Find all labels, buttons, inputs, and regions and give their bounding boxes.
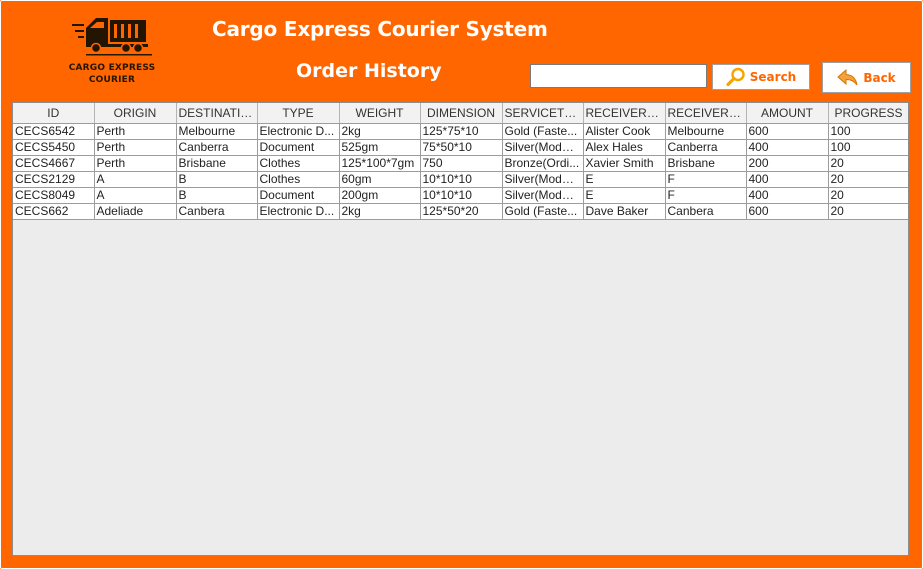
table-cell[interactable]: 400: [746, 139, 829, 156]
table-cell[interactable]: Silver(Moder...: [502, 139, 584, 156]
column-header[interactable]: WEIGHT: [339, 103, 421, 124]
back-button-label: Back: [863, 70, 896, 85]
table-cell[interactable]: Silver(Moder...: [502, 187, 584, 204]
back-button[interactable]: Back: [822, 62, 911, 93]
table-row[interactable]: CECS2129 A B Clothes 60gm 10*10*10 Silver(Mode…: [13, 171, 908, 188]
table-cell[interactable]: 400: [746, 187, 829, 204]
table-cell[interactable]: 60gm: [339, 171, 421, 188]
table-cell[interactable]: Perth: [94, 139, 177, 156]
app-title: Cargo Express Courier System: [212, 17, 548, 41]
table-cell[interactable]: CECS5450: [13, 139, 95, 156]
table-row[interactable]: CECS6542 Perth Melbourne Electronic D... 2kg…: [13, 123, 908, 140]
table-row[interactable]: CECS4667 Perth Brisbane Clothes 125*100*7gm 7…: [13, 155, 908, 172]
table-cell[interactable]: 2kg: [339, 203, 421, 220]
table-row[interactable]: CECS662 Adeliade Canbera Electronic D... 2kg…: [13, 203, 908, 220]
table-cell[interactable]: A: [94, 187, 177, 204]
truck-icon: [72, 18, 152, 56]
table-cell[interactable]: Electronic D...: [257, 203, 340, 220]
table-cell[interactable]: 400: [746, 171, 829, 188]
column-header[interactable]: ID: [13, 103, 95, 124]
table-cell[interactable]: Document: [257, 139, 340, 156]
table-cell[interactable]: Brisbane: [665, 155, 747, 172]
table-cell[interactable]: F: [665, 187, 747, 204]
table-cell[interactable]: Canberra: [665, 139, 747, 156]
logo-text-line2: COURIER: [88, 75, 136, 85]
table-cell[interactable]: F: [665, 171, 747, 188]
table-cell[interactable]: Document: [257, 187, 340, 204]
table-cell[interactable]: Clothes: [257, 171, 340, 188]
table-cell[interactable]: 525gm: [339, 139, 421, 156]
table-cell[interactable]: 20: [828, 203, 908, 220]
column-header[interactable]: TYPE: [257, 103, 340, 124]
search-input[interactable]: [530, 64, 707, 88]
column-header[interactable]: ORIGIN: [94, 103, 177, 124]
table-cell[interactable]: Canberra: [176, 139, 258, 156]
table-cell[interactable]: Perth: [94, 123, 177, 140]
table-cell[interactable]: 20: [828, 171, 908, 188]
table-cell[interactable]: Brisbane: [176, 155, 258, 172]
table-cell[interactable]: 600: [746, 203, 829, 220]
table-cell[interactable]: A: [94, 171, 177, 188]
table-header-row: ID ORIGIN DESTINATION TYPE WEIGHT DIMENSION SE…: [13, 103, 908, 124]
table-row[interactable]: CECS8049 A B Document 200gm 10*10*10 Silver(Mo…: [13, 187, 908, 204]
search-icon: [726, 67, 745, 87]
table-cell[interactable]: 125*50*20: [420, 203, 503, 220]
table-cell[interactable]: 75*50*10: [420, 139, 503, 156]
company-logo: CARGO EXPRESS COURIER: [58, 14, 168, 90]
table-cell[interactable]: Adeliade: [94, 203, 177, 220]
table-cell[interactable]: 2kg: [339, 123, 421, 140]
table-cell[interactable]: Canbera: [665, 203, 747, 220]
page-title: Order History: [296, 60, 442, 82]
table-cell[interactable]: 750: [420, 155, 503, 172]
logo-text-line1: CARGO EXPRESS: [68, 63, 156, 73]
orders-table: ID ORIGIN DESTINATION TYPE WEIGHT DIMENSION SE…: [13, 103, 908, 220]
table-cell[interactable]: Gold (Faste...: [502, 203, 584, 220]
table-cell[interactable]: 100: [828, 123, 908, 140]
table-cell[interactable]: 600: [746, 123, 829, 140]
table-cell[interactable]: Canbera: [176, 203, 258, 220]
table-cell[interactable]: Xavier Smith: [583, 155, 666, 172]
table-cell[interactable]: Dave Baker: [583, 203, 666, 220]
table-cell[interactable]: Bronze(Ordi...: [502, 155, 584, 172]
table-cell[interactable]: B: [176, 187, 258, 204]
table-row[interactable]: CECS5450 Perth Canberra Document 525gm 75*50*…: [13, 139, 908, 156]
table-cell[interactable]: Alister Cook: [583, 123, 666, 140]
column-header[interactable]: PROGRESS: [828, 103, 908, 124]
table-cell[interactable]: Electronic D...: [257, 123, 340, 140]
column-header[interactable]: DESTINATION: [176, 103, 258, 124]
table-cell[interactable]: Clothes: [257, 155, 340, 172]
column-header[interactable]: DIMENSION: [420, 103, 503, 124]
table-cell[interactable]: 125*75*10: [420, 123, 503, 140]
order-history-table[interactable]: ID ORIGIN DESTINATION TYPE WEIGHT DIMENSION SE…: [12, 102, 909, 556]
search-button[interactable]: Search: [712, 64, 810, 90]
column-header[interactable]: AMOUNT: [746, 103, 829, 124]
table-cell[interactable]: 200gm: [339, 187, 421, 204]
table-cell[interactable]: 20: [828, 187, 908, 204]
column-header[interactable]: RECEIVERA...: [665, 103, 747, 124]
search-button-label: Search: [749, 70, 797, 84]
table-cell[interactable]: Silver(Moder...: [502, 171, 584, 188]
table-cell[interactable]: 125*100*7gm: [339, 155, 421, 172]
table-cell[interactable]: CECS2129: [13, 171, 95, 188]
table-cell[interactable]: Alex Hales: [583, 139, 666, 156]
column-header[interactable]: RECEIVERN...: [583, 103, 666, 124]
table-cell[interactable]: 200: [746, 155, 829, 172]
table-cell[interactable]: CECS662: [13, 203, 95, 220]
column-header[interactable]: SERVICETY...: [502, 103, 584, 124]
table-cell[interactable]: CECS4667: [13, 155, 95, 172]
table-cell[interactable]: Melbourne: [665, 123, 747, 140]
table-cell[interactable]: 10*10*10: [420, 171, 503, 188]
table-cell[interactable]: 20: [828, 155, 908, 172]
table-cell[interactable]: E: [583, 187, 666, 204]
table-cell[interactable]: 10*10*10: [420, 187, 503, 204]
table-cell[interactable]: B: [176, 171, 258, 188]
back-arrow-icon: [837, 68, 858, 85]
table-cell[interactable]: Perth: [94, 155, 177, 172]
table-cell[interactable]: E: [583, 171, 666, 188]
table-cell[interactable]: Melbourne: [176, 123, 258, 140]
table-cell[interactable]: CECS6542: [13, 123, 95, 140]
table-cell[interactable]: 100: [828, 139, 908, 156]
table-cell[interactable]: Gold (Faste...: [502, 123, 584, 140]
table-cell[interactable]: CECS8049: [13, 187, 95, 204]
